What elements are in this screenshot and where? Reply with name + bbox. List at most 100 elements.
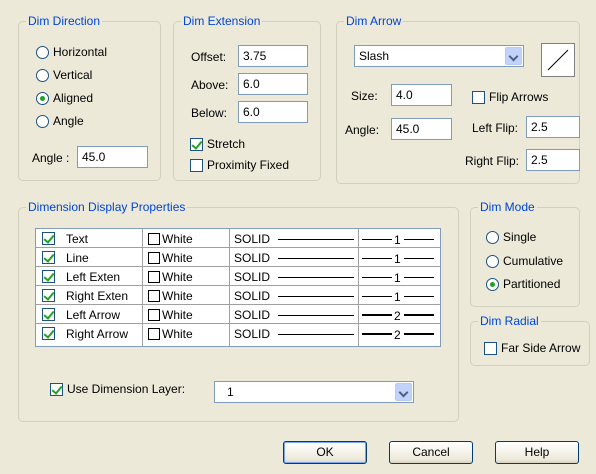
row-color[interactable]: White xyxy=(162,232,193,246)
offset-input[interactable]: 3.75 xyxy=(238,45,308,67)
linetype-preview-line xyxy=(278,258,354,259)
row-visible-checkbox[interactable] xyxy=(42,232,55,245)
radio-single[interactable] xyxy=(486,231,499,244)
color-swatch[interactable] xyxy=(148,271,160,283)
table-row[interactable]: Text White SOLID 1 xyxy=(36,230,440,248)
radio-aligned[interactable] xyxy=(36,92,49,105)
row-weight[interactable]: 1 xyxy=(394,290,401,304)
weight-preview-line-left xyxy=(362,296,392,297)
slash-arrow-icon xyxy=(547,49,569,71)
row-linetype[interactable]: SOLID xyxy=(234,308,270,322)
color-swatch[interactable] xyxy=(148,252,160,264)
arrow-size-input[interactable]: 4.0 xyxy=(391,84,452,106)
table-row[interactable]: Right Arrow White SOLID 2 xyxy=(36,325,440,343)
dim-radial-title: Dim Radial xyxy=(478,314,541,328)
row-color[interactable]: White xyxy=(162,308,193,322)
radio-cumulative[interactable] xyxy=(486,255,499,268)
radio-aligned-label[interactable]: Aligned xyxy=(53,91,93,105)
direction-angle-input[interactable]: 45.0 xyxy=(77,146,148,168)
weight-preview-line-right xyxy=(404,333,434,335)
radio-vertical[interactable] xyxy=(36,69,49,82)
weight-preview-line-left xyxy=(362,333,392,335)
radio-vertical-label[interactable]: Vertical xyxy=(53,68,92,82)
below-input[interactable]: 6.0 xyxy=(238,101,308,123)
use-dimension-layer-checkbox[interactable] xyxy=(50,383,63,396)
row-color[interactable]: White xyxy=(162,270,193,284)
ok-button[interactable]: OK xyxy=(283,441,367,464)
arrow-style-dropdown[interactable]: Slash xyxy=(354,45,524,67)
proximity-fixed-label[interactable]: Proximity Fixed xyxy=(207,158,289,172)
table-row[interactable]: Right Exten White SOLID 1 xyxy=(36,287,440,305)
row-linetype[interactable]: SOLID xyxy=(234,251,270,265)
radio-single-label[interactable]: Single xyxy=(503,230,536,244)
chevron-down-icon[interactable] xyxy=(395,383,412,401)
row-weight[interactable]: 1 xyxy=(394,271,401,285)
left-flip-input[interactable]: 2.5 xyxy=(526,116,580,138)
row-color[interactable]: White xyxy=(162,251,193,265)
color-swatch[interactable] xyxy=(148,328,160,340)
row-color[interactable]: White xyxy=(162,327,193,341)
cancel-button[interactable]: Cancel xyxy=(389,441,473,464)
stretch-checkbox[interactable] xyxy=(190,138,203,151)
color-swatch[interactable] xyxy=(148,290,160,302)
row-weight[interactable]: 1 xyxy=(394,233,401,247)
row-name: Line xyxy=(66,251,89,265)
arrow-preview xyxy=(541,43,575,77)
row-visible-checkbox[interactable] xyxy=(42,289,55,302)
row-visible-checkbox[interactable] xyxy=(42,251,55,264)
row-linetype[interactable]: SOLID xyxy=(234,327,270,341)
radio-horizontal[interactable] xyxy=(36,46,49,59)
row-visible-checkbox[interactable] xyxy=(42,270,55,283)
row-weight[interactable]: 1 xyxy=(394,252,401,266)
radio-angle-label[interactable]: Angle xyxy=(53,114,84,128)
dim-mode-title: Dim Mode xyxy=(478,200,537,214)
row-linetype[interactable]: SOLID xyxy=(234,289,270,303)
color-swatch[interactable] xyxy=(148,233,160,245)
far-side-arrow-checkbox[interactable] xyxy=(484,342,497,355)
arrow-angle-label: Angle: xyxy=(345,123,380,137)
right-flip-input[interactable]: 2.5 xyxy=(526,149,580,171)
left-flip-label: Left Flip: xyxy=(472,121,519,135)
radio-partitioned-label[interactable]: Partitioned xyxy=(503,277,560,291)
linetype-preview-line xyxy=(278,296,354,297)
chevron-down-icon[interactable] xyxy=(505,47,522,65)
row-visible-checkbox[interactable] xyxy=(42,327,55,340)
row-visible-checkbox[interactable] xyxy=(42,308,55,321)
table-row[interactable]: Left Arrow White SOLID 2 xyxy=(36,306,440,324)
flip-arrows-checkbox[interactable] xyxy=(472,91,485,104)
radio-angle[interactable] xyxy=(36,115,49,128)
weight-preview-line-right xyxy=(404,277,434,278)
dim-direction-title: Dim Direction xyxy=(26,14,103,28)
row-weight[interactable]: 2 xyxy=(394,328,401,342)
above-label: Above: xyxy=(191,78,229,92)
row-name: Left Exten xyxy=(66,270,121,284)
arrow-size-label: Size: xyxy=(351,89,378,103)
radio-partitioned[interactable] xyxy=(486,278,499,291)
below-label: Below: xyxy=(191,106,228,120)
far-side-arrow-label[interactable]: Far Side Arrow xyxy=(501,341,580,355)
arrow-angle-input[interactable]: 45.0 xyxy=(391,118,452,140)
table-row[interactable]: Line White SOLID 1 xyxy=(36,249,440,267)
flip-arrows-label[interactable]: Flip Arrows xyxy=(489,90,548,104)
help-button[interactable]: Help xyxy=(495,441,579,464)
row-linetype[interactable]: SOLID xyxy=(234,270,270,284)
radio-cumulative-label[interactable]: Cumulative xyxy=(503,254,563,268)
offset-label: Offset: xyxy=(191,50,227,64)
linetype-preview-line xyxy=(278,334,354,335)
table-row[interactable]: Left Exten White SOLID 1 xyxy=(36,268,440,286)
use-dimension-layer-label[interactable]: Use Dimension Layer: xyxy=(67,382,185,396)
row-linetype[interactable]: SOLID xyxy=(234,232,270,246)
color-swatch[interactable] xyxy=(148,309,160,321)
stretch-label[interactable]: Stretch xyxy=(207,137,245,151)
direction-angle-label: Angle : xyxy=(32,151,70,165)
display-properties-title: Dimension Display Properties xyxy=(26,200,188,214)
weight-preview-line-right xyxy=(404,258,434,259)
right-flip-label: Right Flip: xyxy=(465,154,520,168)
radio-horizontal-label[interactable]: Horizontal xyxy=(53,45,107,59)
row-color[interactable]: White xyxy=(162,289,193,303)
layer-dropdown[interactable]: 1 xyxy=(214,381,414,403)
proximity-fixed-checkbox[interactable] xyxy=(190,159,203,172)
row-weight[interactable]: 2 xyxy=(394,309,401,323)
above-input[interactable]: 6.0 xyxy=(238,73,308,95)
row-name: Right Exten xyxy=(66,289,129,303)
